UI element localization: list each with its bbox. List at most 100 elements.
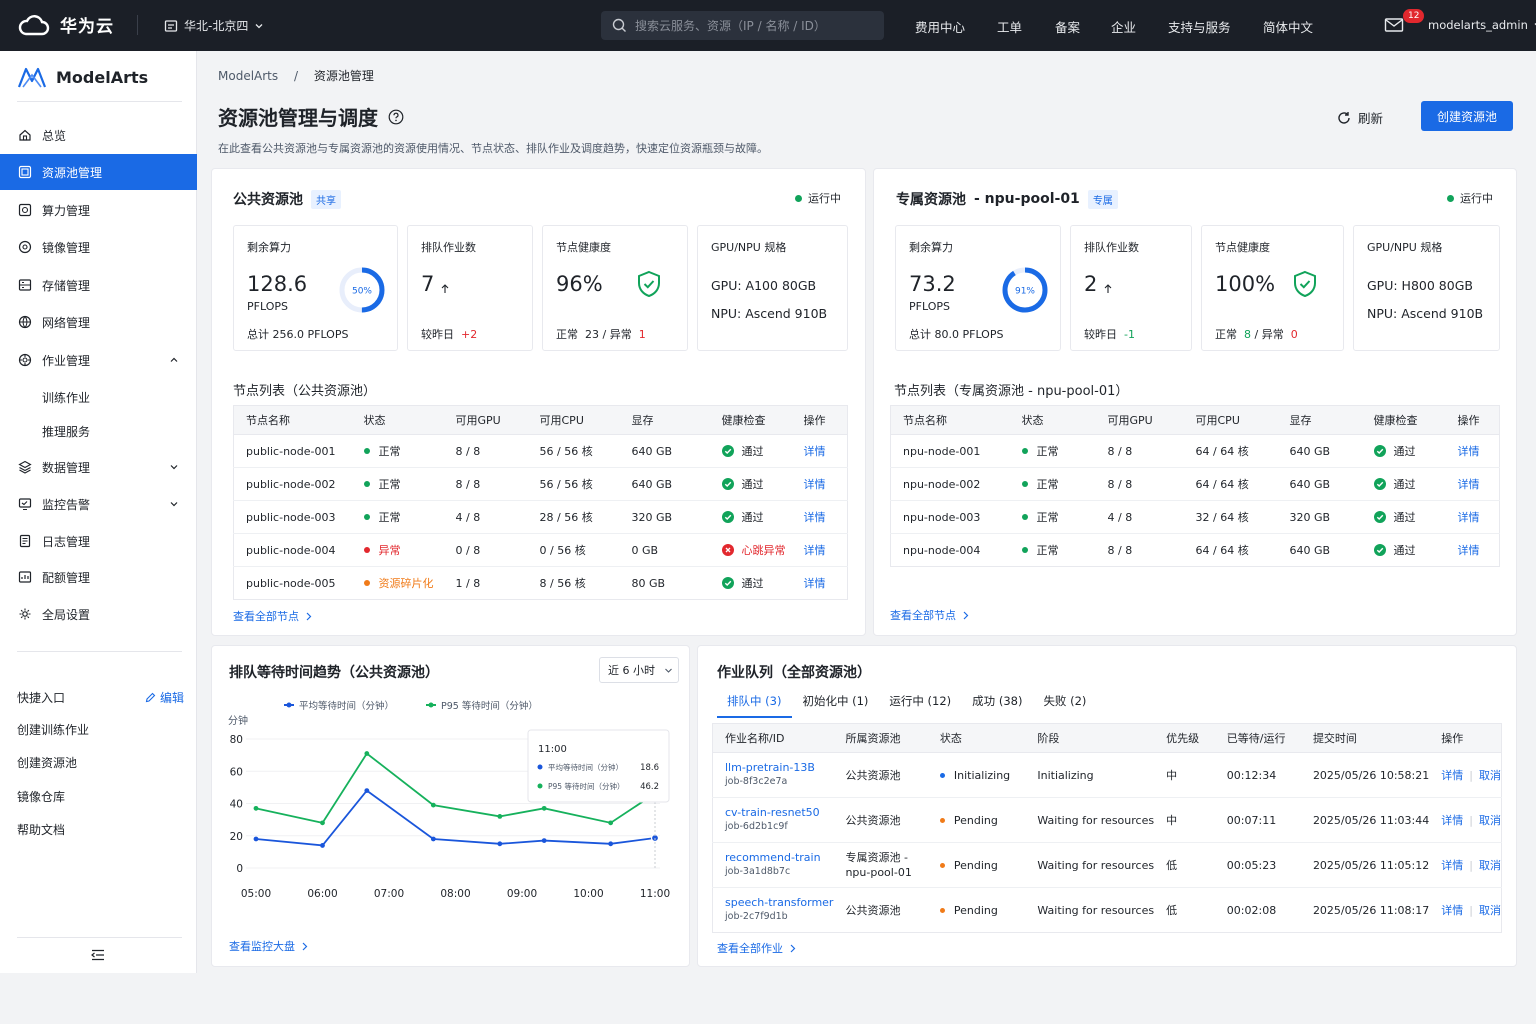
status-label: 正常	[378, 511, 401, 524]
time-range-select[interactable]: 近 6 小时	[599, 657, 679, 683]
sidebar-item-resource-pool[interactable]: 资源池管理	[0, 154, 197, 190]
view-all-public-nodes-link[interactable]: 查看全部节点	[233, 608, 312, 624]
cancel-link[interactable]: 取消	[1479, 769, 1501, 782]
help-icon[interactable]	[388, 109, 404, 125]
detail-link[interactable]: 详情	[1441, 904, 1463, 917]
sidebar-item-settings[interactable]: 全局设置	[0, 596, 197, 632]
quick-link-create-pool[interactable]: 创建资源池	[17, 754, 77, 771]
view-all-jobs-link[interactable]: 查看全部作业	[717, 940, 796, 956]
sidebar-sub-training[interactable]: 训练作业	[42, 389, 90, 406]
job-name-link[interactable]: cv-train-resnet50	[725, 806, 833, 820]
quick-link-image-repo[interactable]: 镜像仓库	[17, 788, 65, 805]
tab-job-status[interactable]: 成功 (38)	[962, 693, 1033, 718]
data-point[interactable]	[430, 836, 436, 842]
detail-link[interactable]: 详情	[804, 478, 826, 491]
data-point[interactable]	[253, 836, 259, 842]
node-value: 320 GB	[631, 510, 673, 524]
data-point[interactable]	[497, 841, 503, 847]
tab-job-status[interactable]: 初始化中 (1)	[792, 693, 879, 718]
detail-link[interactable]: 详情	[1458, 445, 1480, 458]
remaining-total: 总计 80.0 PFLOPS	[909, 328, 1004, 341]
sidebar-item-job[interactable]: 作业管理	[0, 342, 197, 378]
stat-label: GPU/NPU 规格	[1367, 241, 1443, 254]
sidebar-item-compute[interactable]: 算力管理	[0, 192, 197, 228]
data-point[interactable]	[364, 788, 370, 793]
table-cell: Waiting for resources	[1025, 842, 1155, 888]
cancel-link[interactable]: 取消	[1479, 859, 1501, 872]
sidebar-item-network[interactable]: 网络管理	[0, 304, 197, 340]
table-cell: 2025/05/26 11:05:12	[1300, 842, 1430, 888]
job-name-link[interactable]: speech-transformer	[725, 896, 833, 910]
node-value: 640 GB	[1289, 444, 1331, 458]
data-point[interactable]	[320, 820, 325, 826]
data-point[interactable]	[364, 751, 370, 756]
refresh-button[interactable]: 刷新	[1337, 108, 1383, 127]
job-name-link[interactable]: recommend-train	[725, 851, 833, 865]
sidebar-item-image[interactable]: 镜像管理	[0, 229, 197, 265]
sidebar-sub-inference[interactable]: 推理服务	[42, 423, 90, 440]
detail-link[interactable]: 详情	[804, 445, 826, 458]
search-input[interactable]	[635, 18, 875, 33]
collapse-sidebar-icon[interactable]	[91, 949, 105, 961]
abnormal-label: 异常	[609, 328, 632, 341]
view-all-dedicated-nodes-link[interactable]: 查看全部节点	[890, 607, 969, 623]
detail-link[interactable]: 详情	[1458, 544, 1480, 557]
detail-link[interactable]: 详情	[804, 577, 826, 590]
node-value: 8 / 8	[455, 444, 481, 458]
quick-link-create-training[interactable]: 创建训练作业	[17, 721, 89, 738]
sidebar-item-data[interactable]: 数据管理	[0, 449, 197, 485]
ring-label: 50%	[352, 287, 372, 297]
data-point[interactable]	[320, 843, 325, 848]
data-point[interactable]	[541, 805, 547, 811]
detail-link[interactable]: 详情	[1441, 769, 1463, 782]
sidebar-item-log[interactable]: 日志管理	[0, 523, 197, 559]
data-point[interactable]	[541, 838, 547, 843]
nav-ticket[interactable]: 工单	[997, 17, 1022, 36]
data-point[interactable]	[608, 820, 614, 826]
job-name-link[interactable]: llm-pretrain-13B	[725, 761, 833, 775]
table-cell: public-node-002	[233, 467, 352, 501]
mail-icon[interactable]	[1384, 16, 1404, 34]
tooltip-value: 46.2	[640, 782, 659, 792]
node-name: public-node-004	[246, 543, 336, 557]
table-row: public-node-005 资源碎片化 1 / 8 8 / 56 核 80 GB 通过…	[234, 567, 848, 600]
detail-link[interactable]: 详情	[1458, 478, 1480, 491]
create-pool-button[interactable]: 创建资源池	[1421, 101, 1513, 131]
nav-language[interactable]: 简体中文	[1263, 17, 1313, 36]
user-menu[interactable]: modelarts_admin	[1428, 18, 1536, 32]
detail-link[interactable]: 详情	[1441, 859, 1463, 872]
modelarts-logo[interactable]: ModelArts	[17, 65, 148, 89]
nav-billing[interactable]: 费用中心	[915, 17, 965, 36]
sidebar-item-quota[interactable]: 配额管理	[0, 559, 197, 595]
huawei-cloud-logo[interactable]: 华为云	[18, 12, 114, 37]
view-monitor-dashboard-link[interactable]: 查看监控大盘	[229, 938, 308, 954]
data-point[interactable]	[430, 802, 436, 808]
sidebar-item-storage[interactable]: 存储管理	[0, 267, 197, 303]
data-point[interactable]	[497, 814, 503, 819]
tab-job-status[interactable]: 运行中 (12)	[879, 693, 962, 718]
sidebar-item-overview[interactable]: 总览	[0, 117, 197, 153]
y-tick-label: 20	[230, 831, 243, 843]
detail-link[interactable]: 详情	[1458, 511, 1480, 524]
sidebar-item-monitor[interactable]: 监控告警	[0, 486, 197, 522]
normal-label: 正常	[556, 328, 578, 341]
queue-trend-chart: 分钟 0 20 40 60 80 05:00 06:00 07:00 08:00 09:00 10:0…	[228, 700, 670, 900]
nav-support[interactable]: 支持与服务	[1168, 17, 1231, 36]
data-point[interactable]	[608, 841, 614, 847]
tab-job-status[interactable]: 失败 (2)	[1033, 693, 1097, 718]
cancel-link[interactable]: 取消	[1479, 904, 1501, 917]
global-search[interactable]	[601, 11, 884, 40]
breadcrumb-root[interactable]: ModelArts	[218, 69, 278, 83]
detail-link[interactable]: 详情	[1441, 814, 1463, 827]
region-selector[interactable]: 华北-北京四	[164, 17, 264, 34]
nav-icp[interactable]: 备案	[1055, 17, 1080, 36]
detail-link[interactable]: 详情	[804, 511, 826, 524]
cancel-link[interactable]: 取消	[1479, 814, 1501, 827]
quick-edit-button[interactable]: 编辑	[145, 689, 184, 706]
node-value: 0 GB	[631, 543, 659, 557]
nav-enterprise[interactable]: 企业	[1111, 17, 1136, 36]
tab-job-status[interactable]: 排队中 (3)	[717, 693, 793, 718]
data-point[interactable]	[253, 805, 259, 811]
quick-link-help-docs[interactable]: 帮助文档	[17, 821, 65, 838]
detail-link[interactable]: 详情	[804, 544, 826, 557]
